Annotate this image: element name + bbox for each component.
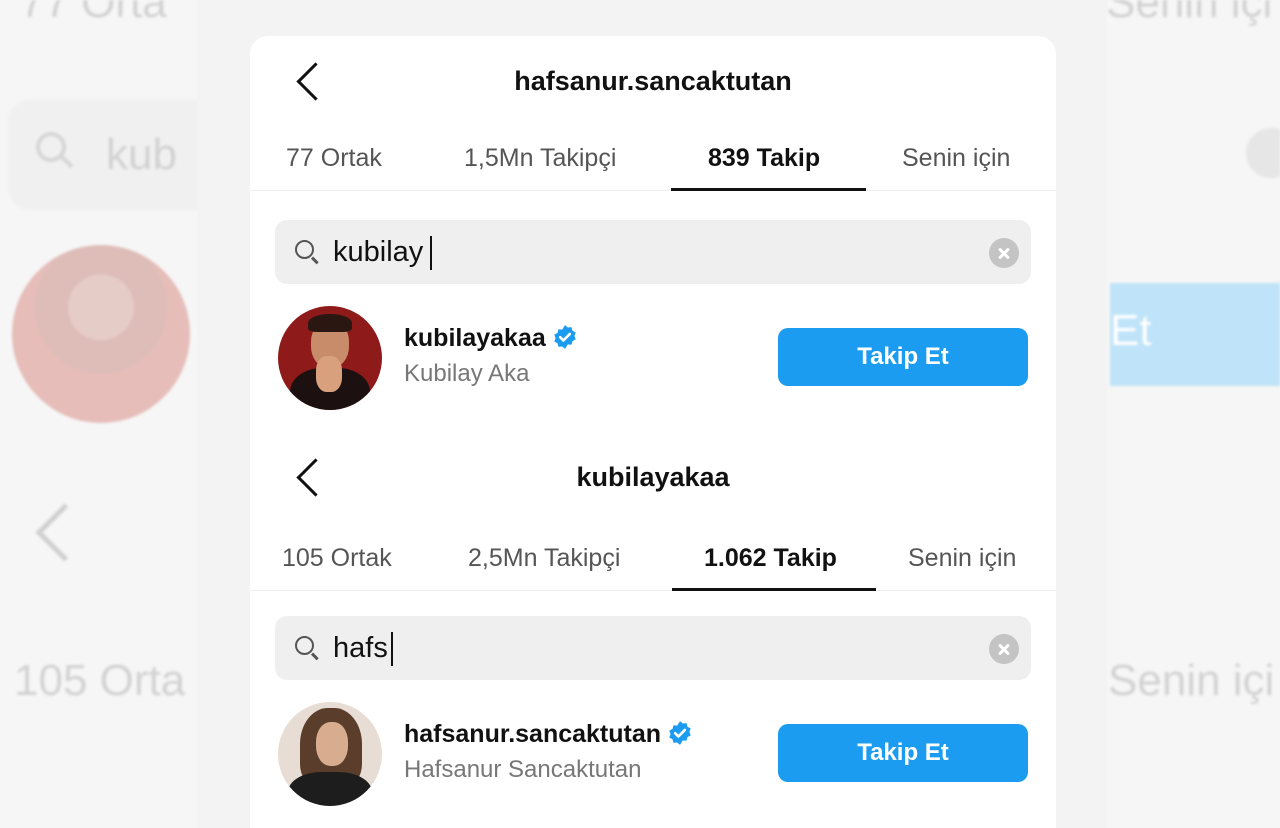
active-tab-indicator (671, 188, 866, 191)
username-text: hafsanur.sancaktutan (404, 720, 662, 748)
tab-followers[interactable]: 2,5Mn Takipçi (468, 544, 620, 573)
following-screen-kubilay: kubilayakaa 105 Ortak 2,5Mn Takipçi 1.06… (250, 436, 1056, 828)
profile-title: hafsanur.sancaktutan (514, 66, 792, 96)
tab-following[interactable]: 839 Takip (708, 144, 820, 173)
search-bar (275, 220, 1031, 284)
bg-follow-text: Et (1110, 306, 1152, 355)
search-result-row[interactable]: hafsanur.sancaktutan Hafsanur Sancaktuta… (250, 702, 1056, 812)
bg-mutuals-text-2: 105 Orta (14, 656, 186, 705)
tab-for-you[interactable]: Senin için (908, 544, 1016, 573)
header: kubilayakaa (250, 446, 1056, 506)
search-input[interactable] (333, 630, 973, 666)
search-bar (275, 616, 1031, 680)
bg-chevron-left-icon (35, 503, 94, 562)
bg-for-you-text-2: Senin içi (1108, 656, 1275, 705)
result-username[interactable]: hafsanur.sancaktutan (404, 720, 693, 749)
text-cursor (391, 632, 393, 666)
verified-badge-icon (554, 325, 576, 350)
bg-search-text: kub (106, 130, 177, 179)
clear-search-icon[interactable] (989, 634, 1019, 664)
search-input[interactable] (333, 234, 973, 270)
follow-button[interactable]: Takip Et (778, 724, 1028, 782)
follow-button[interactable]: Takip Et (778, 328, 1028, 386)
bg-mutuals-text: 77 Orta (20, 0, 167, 27)
avatar[interactable] (278, 702, 382, 806)
username-text: kubilayakaa (404, 324, 546, 352)
header: hafsanur.sancaktutan (250, 50, 1056, 110)
verified-badge-icon (669, 721, 691, 746)
tab-for-you[interactable]: Senin için (902, 144, 1010, 173)
tab-bar: 77 Ortak 1,5Mn Takipçi 839 Takip Senin i… (250, 128, 1056, 191)
text-cursor (430, 236, 432, 270)
profile-title: kubilayakaa (576, 462, 730, 492)
avatar[interactable] (278, 306, 382, 410)
result-full-name: Kubilay Aka (404, 360, 530, 387)
bg-for-you-text: Senin içi (1106, 0, 1273, 27)
tab-mutuals[interactable]: 77 Ortak (286, 144, 382, 173)
tab-following[interactable]: 1.062 Takip (704, 544, 837, 573)
tab-bar: 105 Ortak 2,5Mn Takipçi 1.062 Takip Seni… (250, 528, 1056, 591)
following-screen-hafsanur: hafsanur.sancaktutan 77 Ortak 1,5Mn Taki… (250, 36, 1056, 436)
search-icon (295, 636, 314, 655)
clear-search-icon[interactable] (989, 238, 1019, 268)
result-username[interactable]: kubilayakaa (404, 324, 578, 353)
bg-avatar (12, 245, 190, 423)
tab-mutuals[interactable]: 105 Ortak (282, 544, 392, 573)
bg-clear-icon (1246, 128, 1280, 178)
active-tab-indicator (672, 588, 876, 591)
tab-followers[interactable]: 1,5Mn Takipçi (464, 144, 616, 173)
search-icon (295, 240, 314, 259)
result-full-name: Hafsanur Sancaktutan (404, 756, 642, 783)
search-result-row[interactable]: kubilayakaa Kubilay Aka Takip Et (250, 306, 1056, 416)
bg-search-icon (36, 132, 66, 162)
